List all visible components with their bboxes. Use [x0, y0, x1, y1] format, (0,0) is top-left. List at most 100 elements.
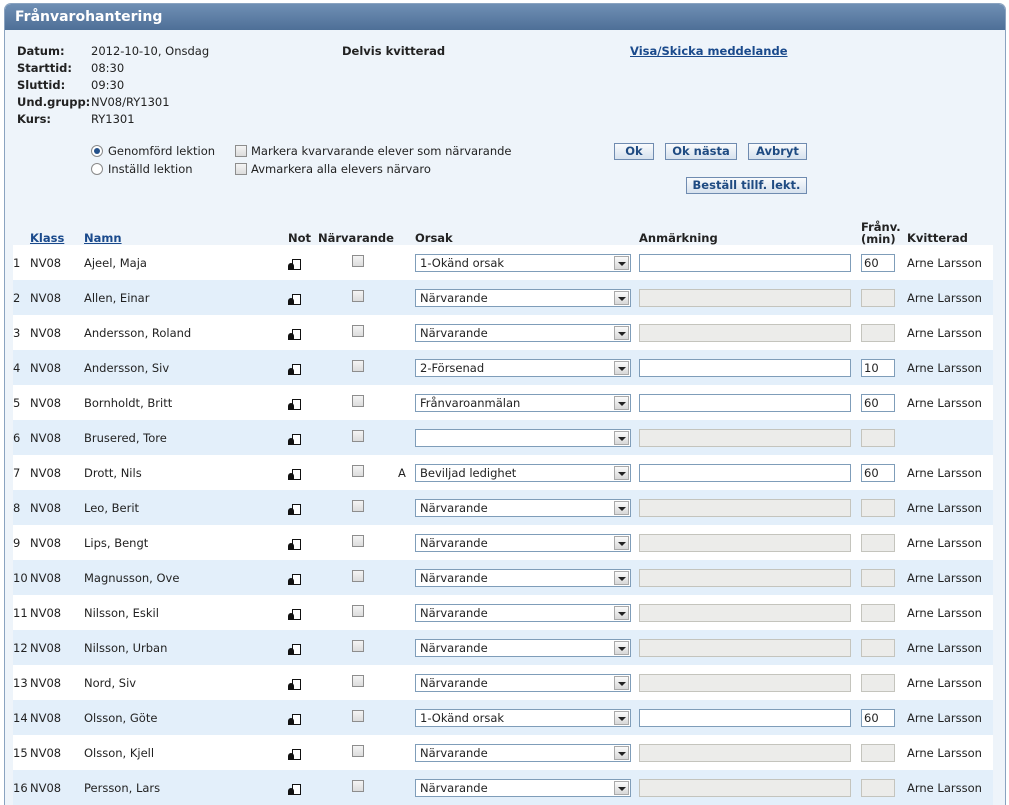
- chevron-down-icon[interactable]: [614, 675, 629, 690]
- row-franv[interactable]: 60: [861, 455, 907, 490]
- note-icon[interactable]: [288, 609, 301, 621]
- remark-input[interactable]: [639, 358, 851, 377]
- chevron-down-icon[interactable]: [614, 500, 629, 515]
- row-anmarkning[interactable]: [639, 455, 861, 490]
- ok-button[interactable]: Ok: [614, 143, 654, 160]
- row-present[interactable]: [318, 630, 398, 665]
- remark-input[interactable]: [639, 253, 851, 272]
- radio-cancelled[interactable]: [91, 163, 103, 175]
- present-checkbox[interactable]: [352, 745, 364, 757]
- chevron-down-icon[interactable]: [614, 605, 629, 620]
- row-present[interactable]: [318, 770, 398, 805]
- present-checkbox[interactable]: [352, 325, 364, 337]
- present-checkbox[interactable]: [352, 360, 364, 372]
- row-note[interactable]: [288, 700, 318, 735]
- row-note[interactable]: [288, 350, 318, 385]
- header-namn[interactable]: Namn: [84, 217, 288, 245]
- row-anmarkning[interactable]: [639, 245, 861, 280]
- present-checkbox[interactable]: [352, 500, 364, 512]
- row-orsak[interactable]: Närvarande: [415, 315, 639, 350]
- mark-remaining-checkbox[interactable]: [235, 145, 247, 157]
- row-note[interactable]: [288, 280, 318, 315]
- present-checkbox[interactable]: [352, 255, 364, 267]
- row-note[interactable]: [288, 770, 318, 805]
- row-note[interactable]: [288, 420, 318, 455]
- row-orsak[interactable]: Närvarande: [415, 595, 639, 630]
- remark-input[interactable]: [639, 463, 851, 482]
- sort-klass-link[interactable]: Klass: [30, 231, 64, 245]
- reason-select[interactable]: Närvarande: [415, 638, 631, 657]
- row-orsak[interactable]: 2-Försenad: [415, 350, 639, 385]
- reason-select[interactable]: Närvarande: [415, 323, 631, 342]
- row-franv[interactable]: 60: [861, 700, 907, 735]
- note-icon[interactable]: [288, 714, 301, 726]
- reason-select[interactable]: Närvarande: [415, 568, 631, 587]
- note-icon[interactable]: [288, 259, 301, 271]
- row-present[interactable]: [318, 350, 398, 385]
- absence-minutes-input[interactable]: 60: [861, 253, 895, 272]
- row-anmarkning[interactable]: [639, 350, 861, 385]
- radio-done[interactable]: [91, 145, 103, 157]
- present-checkbox[interactable]: [352, 780, 364, 792]
- row-note[interactable]: [288, 560, 318, 595]
- note-icon[interactable]: [288, 434, 301, 446]
- row-orsak[interactable]: Närvarande: [415, 735, 639, 770]
- row-present[interactable]: [318, 420, 398, 455]
- reason-select[interactable]: 1-Okänd orsak: [415, 708, 631, 727]
- row-note[interactable]: [288, 245, 318, 280]
- chevron-down-icon[interactable]: [614, 395, 629, 410]
- note-icon[interactable]: [288, 539, 301, 551]
- row-anmarkning[interactable]: [639, 700, 861, 735]
- row-orsak[interactable]: Frånvaroanmälan: [415, 385, 639, 420]
- note-icon[interactable]: [288, 504, 301, 516]
- note-icon[interactable]: [288, 784, 301, 796]
- row-present[interactable]: [318, 315, 398, 350]
- present-checkbox[interactable]: [352, 710, 364, 722]
- absence-minutes-input[interactable]: 60: [861, 393, 895, 412]
- absence-minutes-input[interactable]: 60: [861, 708, 895, 727]
- reason-select[interactable]: Frånvaroanmälan: [415, 393, 631, 412]
- present-checkbox[interactable]: [352, 290, 364, 302]
- row-note[interactable]: [288, 630, 318, 665]
- chevron-down-icon[interactable]: [614, 570, 629, 585]
- remark-input[interactable]: [639, 708, 851, 727]
- reason-select[interactable]: Närvarande: [415, 673, 631, 692]
- reason-select[interactable]: Närvarande: [415, 778, 631, 797]
- row-orsak[interactable]: Närvarande: [415, 490, 639, 525]
- row-present[interactable]: [318, 280, 398, 315]
- present-checkbox[interactable]: [352, 465, 364, 477]
- row-present[interactable]: [318, 385, 398, 420]
- message-link[interactable]: Visa/Skicka meddelande: [630, 44, 788, 58]
- note-icon[interactable]: [288, 679, 301, 691]
- row-note[interactable]: [288, 385, 318, 420]
- row-note[interactable]: [288, 735, 318, 770]
- present-checkbox[interactable]: [352, 640, 364, 652]
- row-orsak[interactable]: Närvarande: [415, 630, 639, 665]
- chevron-down-icon[interactable]: [614, 780, 629, 795]
- present-checkbox[interactable]: [352, 605, 364, 617]
- remark-input[interactable]: [639, 393, 851, 412]
- row-franv[interactable]: 60: [861, 245, 907, 280]
- reason-select[interactable]: Närvarande: [415, 288, 631, 307]
- cancel-button[interactable]: Avbryt: [748, 143, 807, 160]
- row-orsak[interactable]: 1-Okänd orsak: [415, 245, 639, 280]
- chevron-down-icon[interactable]: [614, 640, 629, 655]
- radio-done-option[interactable]: Genomförd lektion: [91, 143, 215, 159]
- reason-select[interactable]: Beviljad ledighet: [415, 463, 631, 482]
- unmark-all-option[interactable]: Avmarkera alla elevers närvaro: [235, 161, 431, 177]
- unmark-all-checkbox[interactable]: [235, 163, 247, 175]
- row-note[interactable]: [288, 490, 318, 525]
- note-icon[interactable]: [288, 644, 301, 656]
- note-icon[interactable]: [288, 574, 301, 586]
- reason-select[interactable]: 1-Okänd orsak: [415, 253, 631, 272]
- row-orsak[interactable]: Närvarande: [415, 560, 639, 595]
- row-orsak[interactable]: 1-Okänd orsak: [415, 700, 639, 735]
- chevron-down-icon[interactable]: [614, 360, 629, 375]
- note-icon[interactable]: [288, 364, 301, 376]
- reason-select[interactable]: Närvarande: [415, 533, 631, 552]
- note-icon[interactable]: [288, 469, 301, 481]
- present-checkbox[interactable]: [352, 570, 364, 582]
- chevron-down-icon[interactable]: [614, 535, 629, 550]
- ok-next-button[interactable]: Ok nästa: [665, 143, 737, 160]
- row-orsak[interactable]: Närvarande: [415, 280, 639, 315]
